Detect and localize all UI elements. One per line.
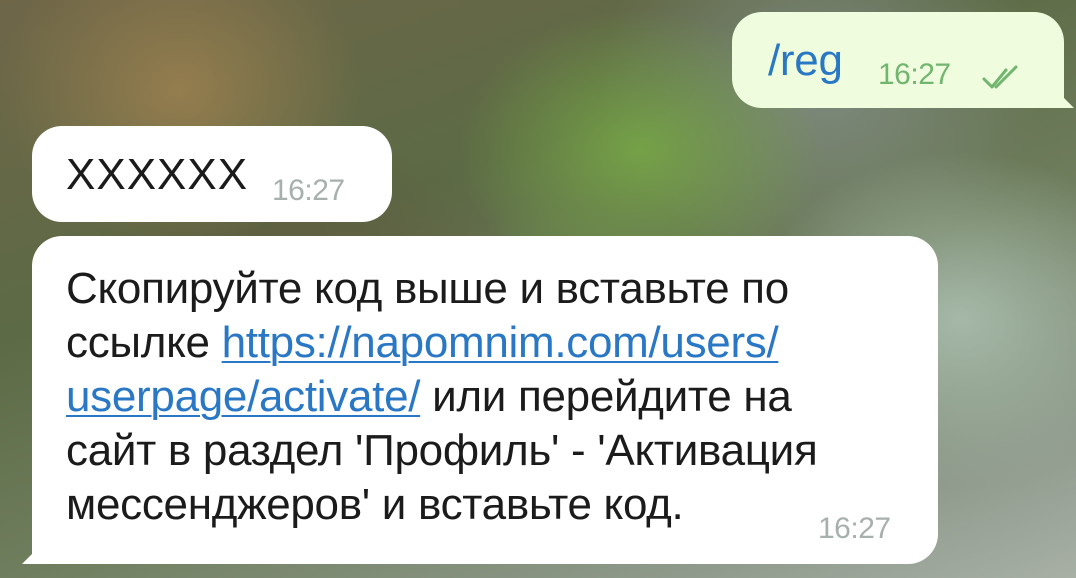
verification-code-text: XXXXXX	[66, 150, 249, 199]
incoming-code-bubble[interactable]: XXXXXX 16:27	[32, 126, 392, 222]
incoming-instructions-bubble[interactable]: Скопируйте код выше и вставьте по ссылке…	[22, 236, 938, 564]
outgoing-message-text: /reg	[768, 36, 843, 85]
incoming-code-time: 16:27	[272, 174, 345, 207]
incoming-instructions-time: 16:27	[818, 512, 891, 545]
activation-link-part-2[interactable]: userpage/activate/	[66, 372, 420, 421]
double-check-icon	[982, 65, 1018, 89]
bubble-tail	[22, 542, 44, 564]
instructions-line-1: Скопируйте код выше и вставьте по	[66, 264, 789, 313]
instructions-line-4: сайт в раздел 'Профиль' - 'Активация	[66, 426, 818, 475]
bubble-tail	[1052, 86, 1074, 108]
activation-link-part-1[interactable]: https://napomnim.com/users/	[222, 318, 779, 367]
instructions-text: Скопируйте код выше и вставьте по ссылке…	[66, 262, 916, 532]
outgoing-message-bubble[interactable]: /reg 16:27	[732, 12, 1074, 108]
instructions-line-3-suffix: или перейдите на	[420, 372, 792, 421]
outgoing-message-time: 16:27	[878, 58, 951, 91]
instructions-line-5: мессенджеров' и вставьте код.	[66, 480, 684, 529]
instructions-line-2-prefix: ссылке	[66, 318, 222, 367]
